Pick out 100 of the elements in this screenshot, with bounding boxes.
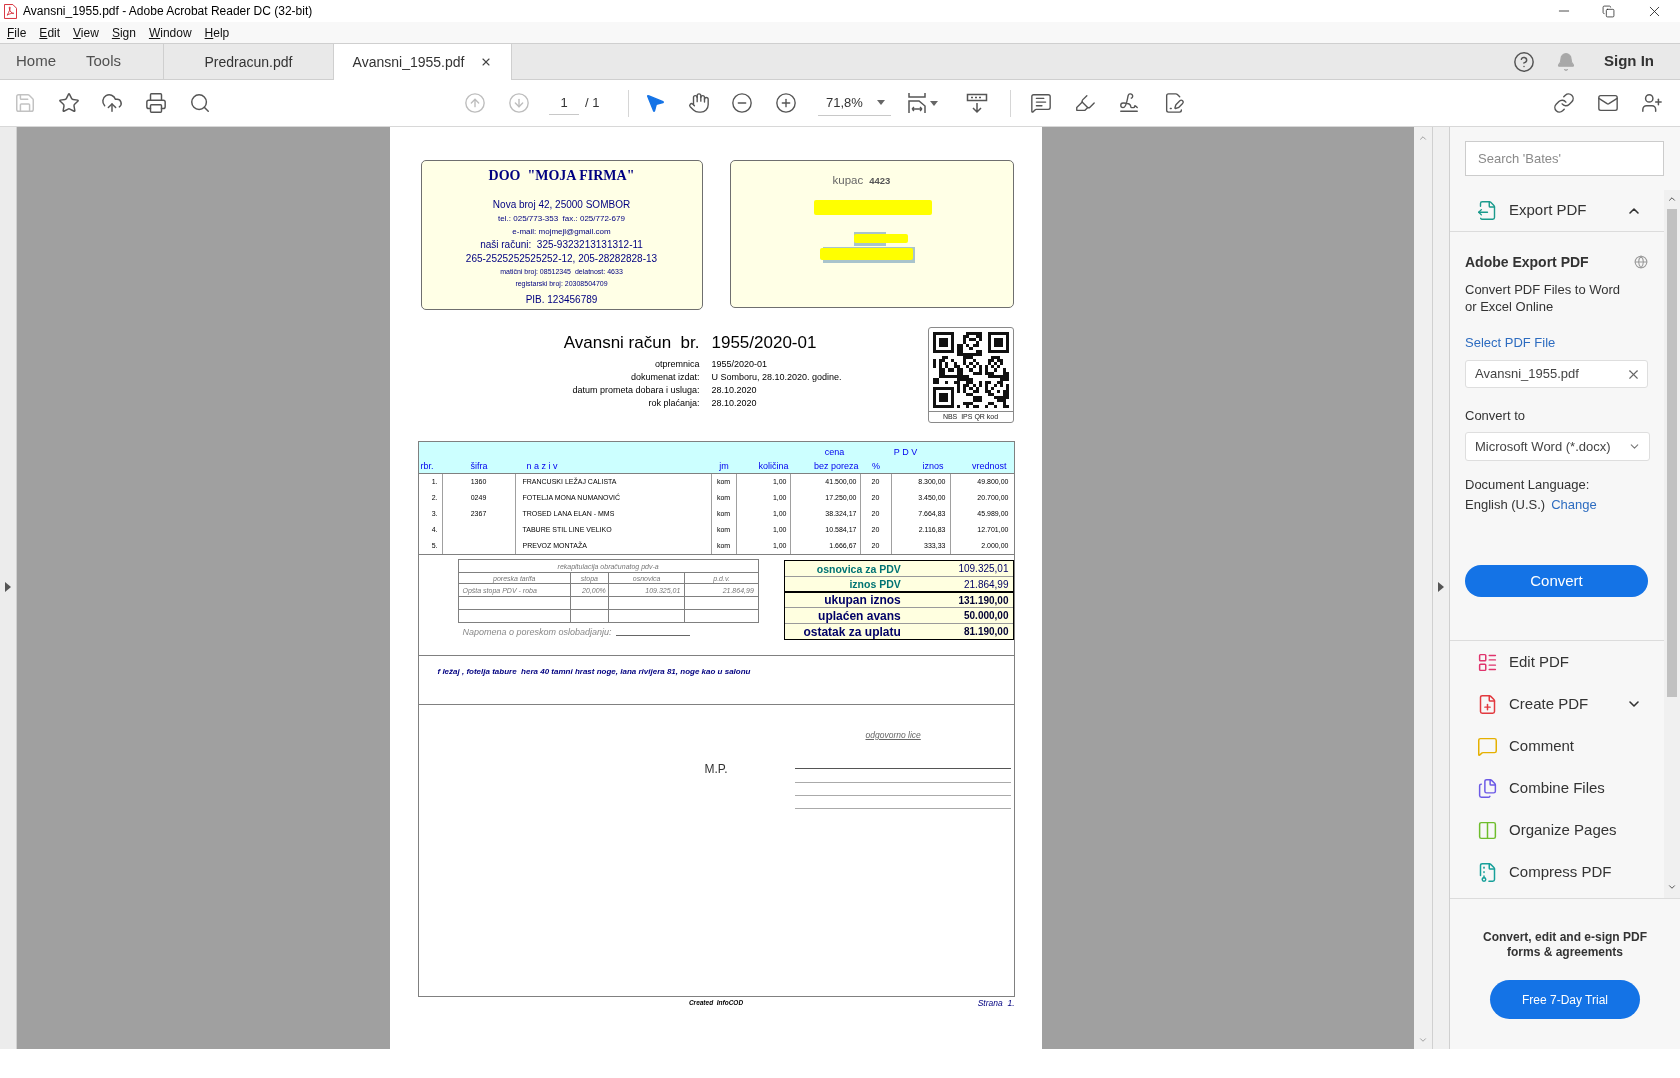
cloud-upload-icon[interactable] — [101, 92, 123, 114]
highlighter-icon[interactable] — [1074, 92, 1096, 114]
tax-exemption-note: Napomena o poreskom oslobadjanju: — [462, 626, 612, 639]
signature-icon[interactable] — [1118, 92, 1140, 114]
total-label: uplaćen avans — [818, 608, 901, 623]
total-value: 81.190,00 — [964, 625, 1009, 638]
promo-text: Convert, edit and e-sign PDF forms & agreements — [1482, 930, 1648, 960]
format-dropdown[interactable]: Microsoft Word (*.docx) — [1465, 432, 1650, 461]
tool-item[interactable]: Organize Pages — [1450, 809, 1664, 851]
window-title: Avansni_1955.pdf - Adobe Acrobat Reader DC (32-bit) — [23, 3, 313, 20]
description-text: Convert PDF Files to Word or Excel Online — [1465, 281, 1622, 315]
detail-value: 28.10.2020 — [711, 384, 757, 397]
language-value: English (U.S.) — [1465, 496, 1546, 514]
restore-icon[interactable] — [1602, 4, 1615, 18]
file-archive-icon — [1477, 861, 1498, 883]
expand-arrow-icon[interactable] — [1438, 582, 1444, 592]
menu-item[interactable]: Edit — [39, 24, 61, 41]
tool-item[interactable]: Compress PDF — [1450, 851, 1664, 893]
buyer-code: 4423 — [869, 174, 891, 188]
pointer-icon[interactable] — [644, 92, 666, 114]
trial-button[interactable]: Free 7-Day Trial — [1490, 980, 1640, 1019]
help-icon[interactable] — [1513, 50, 1535, 73]
detail-value: U Somboru, 28.10.2020. godine. — [711, 371, 842, 384]
add-user-icon[interactable] — [1641, 92, 1663, 114]
menu-item[interactable]: View — [73, 24, 99, 41]
nav-tab[interactable]: Home — [16, 50, 56, 73]
edit-document-icon[interactable] — [1163, 92, 1185, 114]
hand-icon[interactable] — [688, 92, 710, 114]
company-name: DOO "MOJA FIRMA" — [488, 167, 635, 185]
star-icon[interactable] — [58, 92, 80, 114]
convert-button[interactable]: Convert — [1465, 565, 1648, 597]
globe-icon[interactable] — [1634, 255, 1648, 269]
seller-info-line: Nova broj 42, 25000 SOMBOR — [492, 198, 631, 212]
seller-info-line: e-mail: mojmejl@gmail.com — [512, 226, 611, 238]
tool-item[interactable]: Comment — [1450, 725, 1664, 767]
column-header: šifra — [470, 460, 488, 473]
page-number-label: Strana 1. — [977, 997, 1015, 1009]
menu-item[interactable]: Window — [148, 24, 192, 41]
column-header: n a z i v — [526, 460, 558, 473]
signature-label: odgovorno lice — [865, 729, 921, 741]
menu-item[interactable]: File — [7, 24, 27, 41]
page-count: / 1 — [585, 94, 601, 113]
chevron-down-icon[interactable] — [1667, 882, 1677, 892]
layout-list-icon — [1477, 651, 1498, 673]
sign-in-button[interactable]: Sign In — [1604, 50, 1654, 73]
comment-icon[interactable] — [1030, 92, 1052, 114]
columns-icon — [1477, 819, 1498, 841]
printer-icon[interactable] — [145, 92, 167, 114]
file-field[interactable]: Avansni_1955.pdf — [1465, 360, 1648, 388]
seller-info-line: PIB. 123456789 — [525, 293, 598, 307]
detail-label: otpremnica — [654, 358, 700, 371]
total-label: iznos PDV — [849, 577, 901, 591]
tool-item[interactable]: Edit PDF — [1450, 641, 1664, 683]
tool-item[interactable]: Combine Files — [1450, 767, 1664, 809]
chevron-up-icon[interactable] — [1667, 194, 1677, 204]
files-icon — [1477, 777, 1498, 799]
link-icon[interactable] — [1553, 92, 1575, 114]
page-number-field[interactable]: 1 — [549, 91, 579, 115]
total-label: ukupan iznos — [824, 593, 901, 607]
seller-info-line: naši računi: 325-9323213131312-11 — [480, 238, 643, 252]
column-header: rbr. — [420, 460, 434, 473]
total-label: osnovica za PDV — [816, 561, 901, 576]
total-value: 21.864,99 — [964, 577, 1009, 591]
search-icon[interactable] — [189, 92, 211, 114]
panel-heading: Adobe Export PDF — [1465, 253, 1589, 271]
qr-code-icon — [932, 332, 1009, 408]
scroll-mode-icon[interactable] — [966, 92, 988, 114]
change-link[interactable]: Change — [1551, 495, 1597, 515]
select-file-link[interactable]: Select PDF File — [1465, 334, 1556, 352]
caret-icon[interactable] — [930, 100, 938, 106]
document-tab[interactable]: Avansni_1955.pdf — [333, 44, 512, 80]
scrollbar-thumb[interactable] — [1667, 209, 1677, 697]
zoom-field[interactable]: 71,8% — [818, 90, 891, 116]
column-header: vrednost — [971, 460, 1007, 473]
pdf-file-icon — [4, 3, 17, 19]
column-header: bez poreza — [813, 460, 859, 473]
field-label: Convert to — [1465, 407, 1525, 425]
menu-item[interactable]: Help — [204, 24, 230, 41]
search-field[interactable]: Search 'Bates' — [1465, 141, 1664, 176]
seller-info-line: tel.: 025/773-353 fax.: 025/772-679 — [498, 213, 625, 225]
speech-bubble-icon — [1477, 735, 1498, 757]
invoice-title: Avansni račun br. — [563, 332, 700, 354]
expand-arrow-icon[interactable] — [5, 582, 11, 592]
nav-tab[interactable]: Tools — [86, 50, 122, 73]
column-header: jm — [719, 460, 729, 473]
mail-icon[interactable] — [1597, 92, 1619, 114]
zoom-out-icon[interactable] — [731, 92, 753, 114]
file-plus-icon — [1477, 693, 1498, 715]
zoom-in-icon[interactable] — [775, 92, 797, 114]
total-value: 131.190,00 — [958, 593, 1009, 607]
detail-value: 28.10.2020 — [711, 397, 757, 410]
scrollbar[interactable] — [1664, 190, 1680, 898]
fit-page-icon[interactable] — [906, 92, 928, 114]
field-label: Document Language: — [1465, 476, 1590, 494]
column-header: % — [872, 460, 880, 473]
tool-item[interactable]: Create PDF — [1450, 683, 1664, 725]
caret-icon[interactable] — [877, 100, 885, 105]
column-group-header: cena — [824, 446, 845, 459]
menu-item[interactable]: Sign — [111, 24, 136, 41]
detail-value: 1955/2020-01 — [711, 358, 768, 371]
